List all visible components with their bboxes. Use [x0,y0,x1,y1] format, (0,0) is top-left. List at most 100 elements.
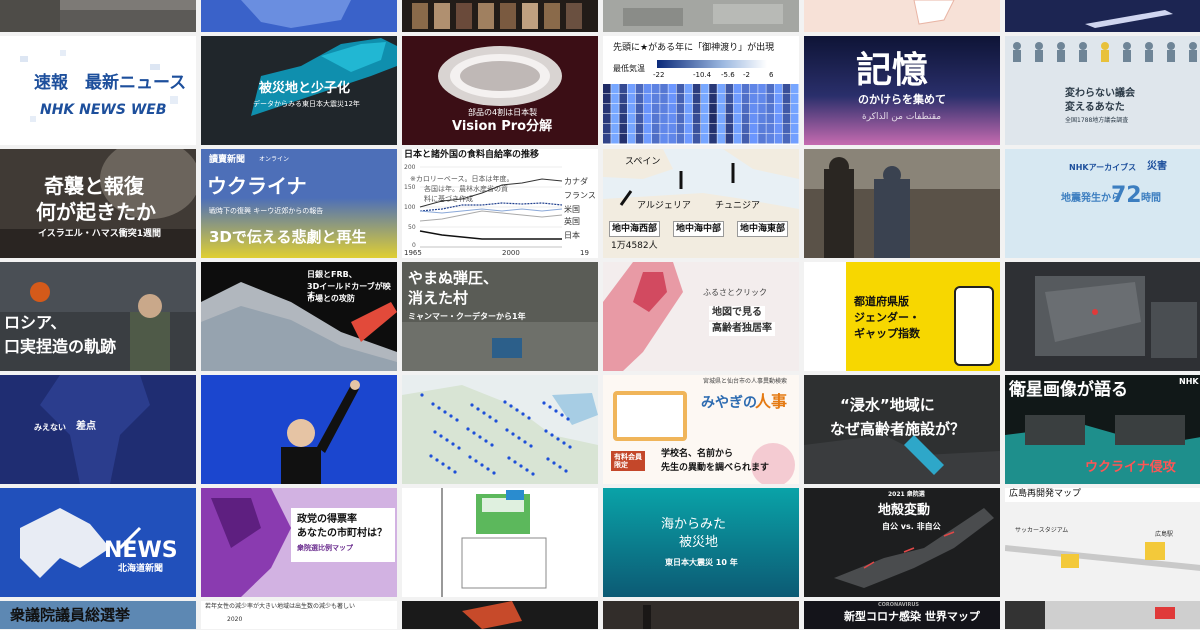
heatmap-cell [782,134,791,144]
map-dot [420,393,424,397]
heatmap-cell [758,84,766,94]
thumb-umi[interactable]: 海からみた 被災地 東日本大震災 10 年 [603,488,799,597]
heatmap-cell [766,134,774,144]
thumb-top-2[interactable] [201,0,397,32]
heatmap-cell [733,114,742,124]
heatmap-cell [733,104,742,114]
map-dot [468,455,472,459]
heatmap-cell [790,134,799,144]
map-dot [435,458,439,462]
heatmap-cell [611,134,619,144]
map-dot [474,459,478,463]
heatmap-cell [717,124,725,134]
heatmap-cell [733,124,742,134]
thumb-dot-map[interactable] [402,375,598,484]
thumb-person[interactable] [201,375,397,484]
thumb-shugiin[interactable]: 衆議院議員総選挙 [0,601,196,629]
thumb-nhk-news-web[interactable]: 速報 最新ニュース NHK NEWS WEB [0,36,196,145]
thumb-bottom-3[interactable] [402,601,598,629]
thumb-top-4[interactable] [603,0,799,32]
thumb-eisei[interactable]: NHK 衛星画像が語る ウクライナ侵攻 [1005,375,1200,484]
thumb-mediterranean[interactable]: スペイン アルジェリア チュニジア 地中海西部 地中海中部 地中海東部 1万45… [603,149,799,258]
thumb-food-chart[interactable]: 日本と諸外国の食料自給率の推移 ※カロリーベース。日本は年度。 各国は年。農林水… [402,149,598,258]
miyagi-sub1: 学校名、名前から [661,449,734,459]
thumb-russia[interactable]: ロシア、 口実捏造の軌跡 [0,262,196,371]
thumb-gotowatari[interactable]: 先頭に★がある年に「御神渡り」が出現 最低気温 -22 -10.4 -5.6 -… [603,36,799,145]
thumb-furusato[interactable]: ふるさとクリック 地図で見る 高齢者独居率 [603,262,799,371]
thumb-bus[interactable] [402,488,598,597]
navy-thumb [1005,0,1200,32]
thumb-ukraine-map[interactable] [1005,262,1200,371]
map-dot [490,443,494,447]
ukraine-title: ウクライナ [207,174,307,198]
thumb-seito[interactable]: 政党の得票率 あなたの市町村は？ 衆院選比例マップ [201,488,397,597]
thumb-corona[interactable]: CORONAVIRUS 新型コロナ感染 世界マップ [804,601,1000,629]
heatmap-cell [790,84,799,94]
heatmap-cell [774,124,783,134]
map-dot [511,432,515,436]
thumb-mienai[interactable]: みえない 差点 [0,375,196,484]
heatmap-cell [709,134,717,144]
mienai-label: みえない [34,423,66,432]
heatmap-cell [611,84,619,94]
heatmap [603,60,799,144]
thumb-hiroshima[interactable]: 広島再開発マップ サッカースタジアム 広島駅 [1005,488,1200,597]
thumb-shinsui[interactable]: “浸水”地域に なぜ高齢者施設が？ [804,375,1000,484]
heatmap-cell [766,114,774,124]
heatmap-cell [709,94,717,104]
map-dot [478,435,482,439]
thumb-vision-pro[interactable]: 部品の4割は日本製 Vision Pro分解 [402,36,598,145]
thumb-ukraine-yomiuri[interactable]: 讀賣新聞 オンライン ウクライナ 戦時下の復興 キーウ近郊からの報告 3Dで伝え… [201,149,397,258]
legend-france: フランス [564,191,596,200]
heatmap-cell [790,94,799,104]
thumb-gikai[interactable]: 変わらない議会 変えるあなた 全国1788地方議会調査 [1005,36,1200,145]
heatmap-cell [684,94,693,104]
thumb-top-3[interactable] [402,0,598,32]
heatmap-cell [643,84,652,94]
map-dot [449,414,453,418]
heatmap-cell [701,104,709,114]
thumb-bottom-4[interactable] [603,601,799,629]
israel-line2: 何が起きたか [36,200,156,224]
heatmap-cell [611,114,619,124]
heatmap-cell [725,114,734,124]
thumb-israel[interactable]: 奇襲と報復 何が起きたか イスラエル・ハマス衝突1週間 [0,149,196,258]
heatmap-cell [643,114,652,124]
map-dot [492,471,496,475]
heatmap-cell [733,84,742,94]
thumb-top-5[interactable] [804,0,1000,32]
ytick-50: 50 [408,224,416,231]
thumb-frb[interactable]: 日銀とFRB、 3Dイールドカーブが映す 市場との攻防 [201,262,397,371]
heatmap-cell [774,104,783,114]
heatmap-cell [725,124,734,134]
thumb-nhk-archives[interactable]: NHKアーカイブス 災害 地震発生から 72 時間 [1005,149,1200,258]
thumb-bottom-small[interactable]: 若年女性の減少率が大きい地域は出生数の減少も著しい 2020 [201,601,397,629]
heatmap-cell [684,84,693,94]
map-dot [457,446,461,450]
yamanu-sub: ミャンマー・クーデターから1年 [408,312,526,321]
heatmap-cell [635,114,644,124]
hiroshima-label2: 広島駅 [1155,531,1174,538]
thumb-top-1[interactable] [0,0,196,32]
thumb-photographer[interactable] [804,149,1000,258]
heatmap-cell [676,134,685,144]
thumb-hisaichi[interactable]: 被災地と少子化 データからみる東日本大震災12年 [201,36,397,145]
heatmap-cell [782,124,791,134]
thumb-gender[interactable]: 都道府県版 ジェンダー・ ギャップ指数 [804,262,1000,371]
map-dot [451,442,455,446]
heatmap-cell [676,94,685,104]
thumb-kioku[interactable]: 記憶 のかけらを集めて مقتطفات من الذاكرة [804,36,1000,145]
thumb-miyagi[interactable]: 宮城県と仙台市の人事異動検索 みやぎの 人事 有料会員限定 学校名、名前から 先… [603,375,799,484]
heatmap-cell [668,94,676,104]
legend-canada: カナダ [564,177,588,186]
map-dot [441,462,445,466]
thumb-bottom-6[interactable] [1005,601,1200,629]
archives-logo: NHKアーカイブス [1069,163,1137,172]
thumb-hokkaido[interactable]: NEWS 北海道新聞 [0,488,196,597]
thumb-chikaku[interactable]: 2021 衆院選 地殻変動 自公 vs. 非自公 [804,488,1000,597]
thumb-top-6[interactable] [1005,0,1200,32]
thumb-yamanu[interactable]: やまぬ弾圧、 消えた村 ミャンマー・クーデターから1年 [402,262,598,371]
heatmap-cell [725,84,734,94]
heatmap-cell [603,124,611,134]
gender-line3: ギャップ指数 [854,327,920,340]
